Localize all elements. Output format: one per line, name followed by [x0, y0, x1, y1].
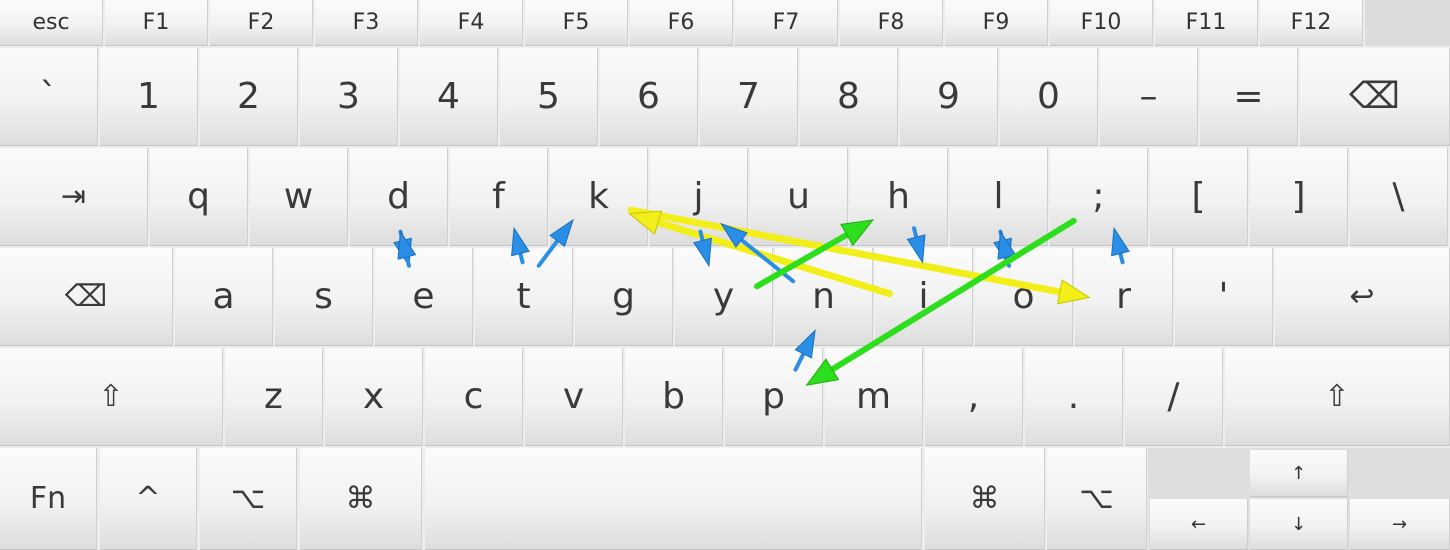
shift-key[interactable]: ⇧ — [0, 348, 223, 446]
f12-key[interactable]: F12 — [1260, 0, 1363, 46]
esc-key[interactable]: esc — [0, 0, 103, 46]
e-key[interactable]: e — [375, 248, 473, 346]
h-key[interactable]: h — [850, 148, 948, 246]
f5-key[interactable]: F5 — [525, 0, 628, 46]
command-key[interactable]: ⌘ — [300, 448, 422, 550]
y-key[interactable]: y — [675, 248, 773, 346]
i-key[interactable]: i — [875, 248, 973, 346]
z-key[interactable]: z — [225, 348, 323, 446]
arrow-up-key[interactable]: ↑ — [1250, 450, 1348, 497]
f10-key[interactable]: F10 — [1050, 0, 1153, 46]
m-key[interactable]: m — [825, 348, 923, 446]
equals-key[interactable]: = — [1200, 48, 1298, 146]
g-key[interactable]: g — [575, 248, 673, 346]
slash-key[interactable]: / — [1125, 348, 1223, 446]
arrow-left-key[interactable]: ← — [1150, 499, 1248, 550]
5-key[interactable]: 5 — [500, 48, 598, 146]
delete-key[interactable]: ⌫ — [1300, 48, 1450, 146]
x-key[interactable]: x — [325, 348, 423, 446]
f8-key[interactable]: F8 — [840, 0, 943, 46]
f6-key[interactable]: F6 — [630, 0, 733, 46]
q-key[interactable]: q — [150, 148, 248, 246]
4-key[interactable]: 4 — [400, 48, 498, 146]
delete-key[interactable]: ⌫ — [0, 248, 173, 346]
t-key[interactable]: t — [475, 248, 573, 346]
v-key[interactable]: v — [525, 348, 623, 446]
f9-key[interactable]: F9 — [945, 0, 1048, 46]
option-key[interactable]: ⌥ — [1047, 448, 1147, 550]
option-key[interactable]: ⌥ — [200, 448, 297, 550]
arrow-right-key[interactable]: → — [1350, 499, 1450, 550]
2-key[interactable]: 2 — [200, 48, 298, 146]
7-key[interactable]: 7 — [700, 48, 798, 146]
8-key[interactable]: 8 — [800, 48, 898, 146]
c-key[interactable]: c — [425, 348, 523, 446]
spacebar-key[interactable] — [425, 448, 922, 550]
p-key[interactable]: p — [725, 348, 823, 446]
u-key[interactable]: u — [750, 148, 848, 246]
control-key[interactable]: ^ — [100, 448, 197, 550]
fn-key[interactable]: Fn — [0, 448, 97, 550]
backslash-key[interactable]: \ — [1350, 148, 1448, 246]
period-key[interactable]: . — [1025, 348, 1123, 446]
3-key[interactable]: 3 — [300, 48, 398, 146]
return-key[interactable]: ↩ — [1275, 248, 1450, 346]
1-key[interactable]: 1 — [100, 48, 198, 146]
command-key[interactable]: ⌘ — [925, 448, 1045, 550]
shift-key[interactable]: ⇧ — [1225, 348, 1450, 446]
arrow-down-key[interactable]: ↓ — [1250, 499, 1348, 550]
f3-key[interactable]: F3 — [315, 0, 418, 46]
quote-key[interactable]: ' — [1175, 248, 1273, 346]
backtick-key[interactable]: ` — [0, 48, 98, 146]
f-key[interactable]: f — [450, 148, 548, 246]
minus-key[interactable]: – — [1100, 48, 1198, 146]
semicolon-key[interactable]: ; — [1050, 148, 1148, 246]
comma-key[interactable]: , — [925, 348, 1023, 446]
b-key[interactable]: b — [625, 348, 723, 446]
s-key[interactable]: s — [275, 248, 373, 346]
a-key[interactable]: a — [175, 248, 273, 346]
0-key[interactable]: 0 — [1000, 48, 1098, 146]
6-key[interactable]: 6 — [600, 48, 698, 146]
virtual-keyboard: esc F1 F2 F3 F4 F5 F6 F7 F8 F9 F10 F11 F12 ` 1 2 3 4 5 6 7 8 9… — [0, 0, 1450, 550]
f2-key[interactable]: F2 — [210, 0, 313, 46]
9-key[interactable]: 9 — [900, 48, 998, 146]
o-key[interactable]: o — [975, 248, 1073, 346]
j-key[interactable]: j — [650, 148, 748, 246]
f4-key[interactable]: F4 — [420, 0, 523, 46]
l-key[interactable]: l — [950, 148, 1048, 246]
d-key[interactable]: d — [350, 148, 448, 246]
tab-key[interactable]: ⇥ — [0, 148, 148, 246]
r-key[interactable]: r — [1075, 248, 1173, 346]
f11-key[interactable]: F11 — [1155, 0, 1258, 46]
k-key[interactable]: k — [550, 148, 648, 246]
f1-key[interactable]: F1 — [105, 0, 208, 46]
left-bracket-key[interactable]: [ — [1150, 148, 1248, 246]
right-bracket-key[interactable]: ] — [1250, 148, 1348, 246]
function-row-filler — [1365, 0, 1450, 46]
w-key[interactable]: w — [250, 148, 348, 246]
f7-key[interactable]: F7 — [735, 0, 838, 46]
n-key[interactable]: n — [775, 248, 873, 346]
